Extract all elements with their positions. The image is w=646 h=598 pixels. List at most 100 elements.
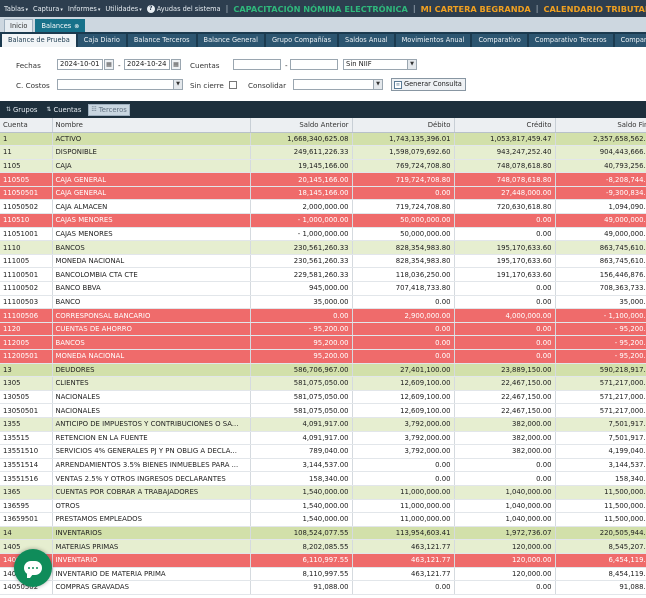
menu-informes[interactable]: Informes▾ [68,5,101,13]
cell-cuenta: 1105 [0,159,53,174]
table-row[interactable]: 130505 NACIONALES 581,075,050.00 12,609,100… [0,390,646,405]
consolidar-select[interactable]: ▼ [293,79,383,90]
tab-balances[interactable]: Balances ⊗ [35,19,86,32]
table-row[interactable]: 11200501 MONEDA NACIONAL 95,200.00 0.00 0.00… [0,349,646,364]
tab-inicio[interactable]: Inicio [4,19,34,32]
cell-saldo-final: 904,443,666.53 [555,145,646,160]
table-row[interactable]: 1 ACTIVO 1,668,340,625.08 1,743,135,396.01 1… [0,132,646,147]
tab-comparativo[interactable]: Comparativo [472,34,527,47]
cell-credito: 0.00 [454,213,556,228]
table-row[interactable]: 14050501INVENTARIO DE MATERIA PRIMA8,110… [0,567,646,582]
table-row[interactable]: 1120 CUENTAS DE AHORRO - 95,200.00 0.00 0.00… [0,322,646,337]
table-row[interactable]: 110505 CAJA GENERAL 20,145,166.00 719,724,7… [0,172,646,187]
table-row[interactable]: 11100501 BANCOLOMBIA CTA CTE 229,581,260.3… [0,267,646,283]
table-row[interactable]: 11100506 CORRESPONSAL BANCARIO 0.00 2,900,0… [0,308,646,323]
table-row[interactable]: 1105 CAJA 19,145,166.00 769,724,708.80 748,0… [0,159,646,174]
col-header-nombre[interactable]: Nombre [52,118,251,133]
cell-debito: 828,354,983.80 [352,254,455,269]
cell-debito: 11,000,000.00 [352,512,455,527]
table-row[interactable]: 13659501 PRESTAMOS EMPLEADOS 1,540,000.00 1… [0,512,646,527]
table-row[interactable]: 1110 BANCOS 230,561,260.33 828,354,983.80 19… [0,240,646,255]
cell-saldo-final: 571,217,000.00 [555,376,646,391]
menu-tablas[interactable]: Tablas▾ [4,5,28,13]
table-row[interactable]: 14050502 COMPRAS GRAVADAS 91,088.00 0.00 0.0… [0,580,646,595]
tab-comparativo-terceros[interactable]: Comparativo Terceros [528,34,613,47]
table-row[interactable]: 1305 CLIENTES 581,075,050.00 12,609,100.00 2… [0,376,646,391]
cell-debito: 50,000,000.00 [352,227,455,242]
table-row[interactable]: 110510 CAJAS MENORES - 1,000,000.00 50,000,… [0,213,646,228]
brand-link-nomina[interactable]: CAPACITACIÓN NÓMINA ELECTRÓNICA [233,4,408,14]
cuenta-hasta-input[interactable] [290,59,338,70]
tab-caja-diario[interactable]: Caja Diario [77,34,126,47]
fecha-desde-input[interactable]: 2024-10-01 [57,59,103,70]
table-row[interactable]: 1355 ANTICIPO DE IMPUESTOS Y CONTRIBUCION… [0,417,646,432]
cell-credito: 120,000.00 [454,567,556,582]
help-menu[interactable]: ? Ayudas del sistema [146,4,221,13]
close-icon[interactable]: ⊗ [74,23,79,30]
table-row[interactable]: 13551510 SERVICIOS 4% GENERALES PJ Y PN O… [0,444,646,459]
brand-link-calendario[interactable]: CALENDARIO TRIBUTARIO [543,4,646,14]
sin-cierre-checkbox[interactable] [229,81,237,89]
cell-debito: 50,000,000.00 [352,213,455,228]
tab-comparat[interactable]: Comparat [614,34,646,47]
generar-consulta-button[interactable]: ≡ Generar Consulta [391,78,466,91]
cell-cuenta: 13 [0,363,53,378]
menu-captura[interactable]: Captura▾ [33,5,63,13]
table-row[interactable]: 11100502 BANCO BBVA 945,000.00 707,418,733.… [0,281,646,296]
table-row[interactable]: 1405 MATERIAS PRIMAS 8,202,085.55 463,121.7… [0,539,646,554]
niif-select[interactable]: Sin NIIF ▼ [343,59,417,70]
tab-saldos-anual[interactable]: Saldos Anual [339,34,394,47]
cell-debito: 12,609,100.00 [352,403,455,418]
table-row[interactable]: 11050502 CAJA ALMACEN 2,000,000.00 719,724,… [0,199,646,215]
cuentas-button[interactable]: ⇅ Cuentas [44,104,83,116]
chat-button[interactable] [14,549,52,587]
terceros-button[interactable]: ☷ Terceros [88,103,130,116]
table-row[interactable]: 13050501 NACIONALES 581,075,050.00 12,609,1… [0,403,646,418]
cell-saldo-anterior: 1,668,340,625.08 [250,132,353,147]
tab-balance-general[interactable]: Balance General [197,34,264,47]
table-row[interactable]: 112005BANCOS95,200.000.000.00- 95,200.00 [0,335,646,350]
cell-cuenta: 11200501 [0,349,53,364]
tab-balance-terceros[interactable]: Balance Terceros [127,34,196,47]
cell-saldo-anterior: 1,540,000.00 [250,485,353,500]
cell-cuenta: 13659501 [0,512,53,527]
table-row[interactable]: 11100503BANCO35,000.000.000.0035,000.00 [0,295,646,310]
cell-credito: 22,467,150.00 [454,390,556,405]
tab-balance-de-prueba[interactable]: Balance de Prueba [2,34,76,47]
table-row[interactable]: 11051001 CAJAS MENORES - 1,000,000.00 50,00… [0,227,646,242]
cell-cuenta: 13551514 [0,458,53,473]
cell-debito: 707,418,733.80 [352,281,455,296]
fecha-hasta-input[interactable]: 2024-10-24 [124,59,170,70]
table-row[interactable]: 13551516 VENTAS 2.5% Y OTROS INGRESOS DEC… [0,471,646,486]
costos-select[interactable]: ▼ [57,79,183,90]
col-header-credito[interactable]: Crédito [454,118,556,133]
col-header-saldo-anterior[interactable]: Saldo Anterior [250,118,353,133]
table-row[interactable]: 11 DISPONIBLE 249,611,226.33 1,598,079,692.… [0,145,646,160]
table-row[interactable]: 13551514 ARRENDAMIENTOS 3.5% BIENES INMUE… [0,458,646,473]
table-row[interactable]: 140505INVENTARIO6,110,997.55463,121.7712… [0,553,646,568]
cell-cuenta: 1365 [0,485,53,500]
table-row[interactable]: 111005 MONEDA NACIONAL 230,561,260.33 828,3… [0,254,646,269]
menu-utilidades[interactable]: Utilidades▾ [105,5,141,13]
table-row[interactable]: 11050501 CAJA GENERAL 18,145,166.00 0.00 27,… [0,186,646,201]
calendar-icon[interactable]: ▦ [171,59,181,70]
tab-grupo-companias[interactable]: Grupo Compañías [265,34,338,47]
cell-credito: 0.00 [454,227,556,242]
table-row[interactable]: 13 DEUDORES 586,706,967.00 27,401,100.00 23,… [0,363,646,378]
table-row[interactable]: 1365 CUENTAS POR COBRAR A TRABAJADORES 1,5… [0,485,646,500]
tab-movimientos-anual[interactable]: Movimientos Anual [395,34,471,47]
cell-debito: 463,121.77 [352,553,455,568]
brand-link-cartera[interactable]: MI CARTERA BEGRANDA [421,4,531,14]
col-header-debito[interactable]: Débito [352,118,455,133]
table-row[interactable]: 135515 RETENCION EN LA FUENTE 4,091,917.00… [0,431,646,446]
col-header-cuenta[interactable]: Cuenta [0,118,53,133]
cuenta-desde-input[interactable] [233,59,281,70]
cell-debito: 12,609,100.00 [352,390,455,405]
cell-saldo-final: 863,745,610.53 [555,240,646,255]
cell-credito: 0.00 [454,458,556,473]
calendar-icon[interactable]: ▦ [104,59,114,70]
table-row[interactable]: 14 INVENTARIOS 108,524,077.55 113,954,603.4… [0,526,646,541]
col-header-saldo-final[interactable]: Saldo Final [555,118,646,133]
grupos-button[interactable]: ⇅ Grupos [4,104,39,116]
table-row[interactable]: 136595 OTROS 1,540,000.00 11,000,000.00 1,04… [0,499,646,514]
